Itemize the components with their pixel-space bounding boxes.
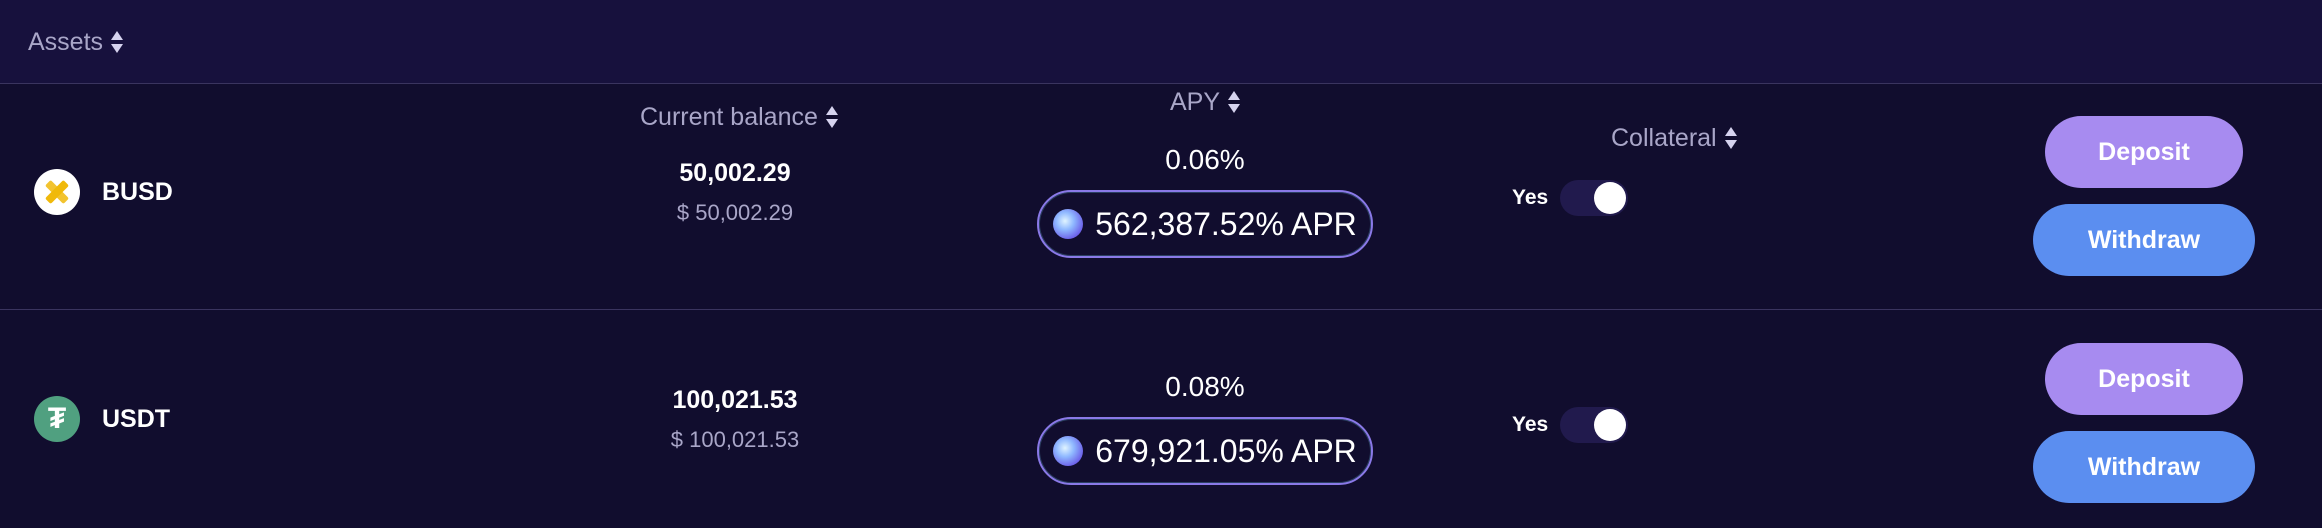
busd-icon bbox=[34, 169, 80, 215]
table-header: Assets Current balance APY Collateral bbox=[0, 0, 2322, 152]
balance-amount: 100,021.53 bbox=[672, 386, 798, 414]
markets-table: Assets Current balance APY Collateral BU… bbox=[0, 0, 2322, 528]
balance-cell: 50,002.29 $ 50,002.29 bbox=[600, 159, 870, 226]
apr-value: 679,921.05% APR bbox=[1095, 432, 1357, 469]
actions-cell: Deposit Withdraw bbox=[2033, 343, 2255, 503]
collateral-toggle[interactable] bbox=[1560, 180, 1629, 216]
column-header-label: Assets bbox=[28, 27, 104, 56]
deposit-button[interactable]: Deposit bbox=[2045, 116, 2243, 188]
withdraw-button[interactable]: Withdraw bbox=[2033, 431, 2255, 503]
apy-value: 0.08% bbox=[1165, 371, 1245, 402]
table-row: BUSD 50,002.29 $ 50,002.29 0.06% 562,387… bbox=[0, 84, 2322, 310]
withdraw-button[interactable]: Withdraw bbox=[2033, 204, 2255, 276]
deposit-button[interactable]: Deposit bbox=[2045, 343, 2243, 415]
collateral-label: Yes bbox=[1512, 186, 1549, 209]
apy-cell: 0.06% 562,387.52% APR bbox=[1037, 144, 1373, 258]
table-row: ₮ USDT 100,021.53 $ 100,021.53 0.08% 679… bbox=[0, 311, 2322, 528]
balance-usd: $ 100,021.53 bbox=[670, 427, 800, 452]
asset-name: BUSD bbox=[102, 177, 173, 206]
collateral-label: Yes bbox=[1512, 413, 1549, 436]
asset-name: USDT bbox=[102, 404, 171, 433]
balance-usd: $ 50,002.29 bbox=[676, 200, 794, 225]
asset-cell: BUSD bbox=[34, 169, 173, 215]
sort-icon[interactable] bbox=[111, 29, 124, 55]
asset-cell: ₮ USDT bbox=[34, 396, 170, 442]
apr-badge[interactable]: 679,921.05% APR bbox=[1037, 417, 1373, 485]
collateral-cell: Yes bbox=[1512, 407, 1629, 443]
reward-token-icon bbox=[1053, 209, 1084, 239]
balance-cell: 100,021.53 $ 100,021.53 bbox=[600, 386, 870, 453]
reward-token-icon bbox=[1053, 436, 1084, 466]
toggle-knob bbox=[1594, 182, 1627, 214]
column-header-assets[interactable]: Assets bbox=[28, 0, 124, 84]
usdt-icon: ₮ bbox=[34, 396, 80, 442]
balance-amount: 50,002.29 bbox=[679, 159, 791, 187]
apr-badge[interactable]: 562,387.52% APR bbox=[1037, 190, 1373, 258]
apy-value: 0.06% bbox=[1165, 144, 1245, 175]
actions-cell: Deposit Withdraw bbox=[2033, 116, 2255, 276]
toggle-knob bbox=[1594, 409, 1627, 441]
apr-value: 562,387.52% APR bbox=[1095, 205, 1357, 242]
collateral-toggle[interactable] bbox=[1560, 407, 1629, 443]
apy-cell: 0.08% 679,921.05% APR bbox=[1037, 371, 1373, 485]
collateral-cell: Yes bbox=[1512, 180, 1629, 216]
